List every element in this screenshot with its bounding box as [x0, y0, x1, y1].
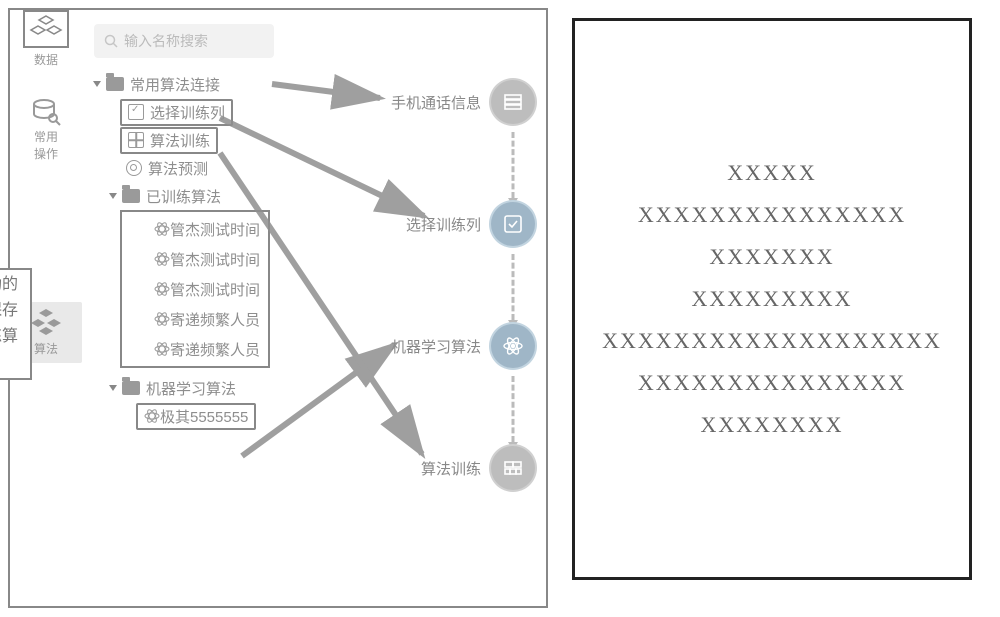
sidebar-data-label: 数据 [10, 51, 82, 68]
tree-leaf-select-cols-label: 选择训练列 [150, 102, 225, 123]
atom-icon [154, 311, 170, 327]
flow-node-phone-info[interactable]: 手机通话信息 [350, 80, 535, 124]
trained-item-label: 管杰测试时间 [170, 249, 260, 270]
tree-group-ml-label: 机器学习算法 [146, 378, 236, 399]
caret-down-icon [93, 81, 101, 87]
tree-group-trained-label: 已训练算法 [146, 186, 221, 207]
tree-group-ml[interactable]: 机器学习算法 [110, 374, 324, 402]
table-icon [491, 80, 535, 124]
atom-icon [154, 221, 170, 237]
placeholder-line: XXXXXXXXXXXXXXXXXXX [602, 328, 942, 354]
trained-item-label: 管杰测试时间 [170, 219, 260, 240]
atom-icon [154, 341, 170, 357]
tree-leaf-predict[interactable]: 算法预测 [120, 154, 324, 182]
caret-down-icon [109, 193, 117, 199]
database-search-icon [31, 98, 61, 126]
atom-icon [154, 251, 170, 267]
trained-item[interactable]: 管杰测试时间 [148, 274, 268, 304]
sidebar-data[interactable]: 数据 [10, 10, 82, 68]
grid-icon [128, 132, 144, 148]
atom-icon [154, 281, 170, 297]
folder-icon [106, 77, 124, 91]
sidebar-common-ops[interactable]: 常用 操作 [10, 98, 82, 162]
select-cols-icon [128, 104, 144, 120]
predict-icon [126, 160, 142, 176]
atom-icon [491, 324, 535, 368]
placeholder-line: XXXXXXXX [700, 412, 843, 438]
placeholder-line: XXXXXXXXXXXXXXX [638, 370, 906, 396]
trained-item[interactable]: 管杰测试时间 [148, 214, 268, 244]
trained-item[interactable]: 寄递频繁人员 [148, 304, 268, 334]
flow-node-label: 手机通话信息 [350, 92, 481, 113]
tree-leaf-ml-item[interactable]: 极其5555555 [136, 402, 324, 430]
caret-down-icon [109, 385, 117, 391]
flow-node-train[interactable]: 算法训练 [350, 446, 535, 490]
placeholder-line: XXXXXXXXXXXXXXX [638, 202, 906, 228]
cubes-stack-icon [29, 308, 63, 338]
workflow: 手机通话信息 选择训练列 机器学习算法 算法训练 [350, 80, 535, 508]
tree-leaf-predict-label: 算法预测 [148, 158, 208, 179]
trained-item-label: 管杰测试时间 [170, 279, 260, 300]
algorithm-tree: 常用算法连接 选择训练列 算法训练 算法预测 已训练算法 管杰测试时间 管杰测试… [94, 70, 324, 430]
tree-leaf-train[interactable]: 算法训练 [120, 126, 324, 154]
sidebar-common-ops-label: 常用 操作 [10, 128, 82, 162]
flow-node-label: 机器学习算法 [350, 336, 481, 357]
placeholder-line: XXXXX [727, 160, 816, 186]
bricks-icon [491, 446, 535, 490]
flow-node-label: 算法训练 [350, 458, 481, 479]
placeholder-text-card: XXXXX XXXXXXXXXXXXXXX XXXXXXX XXXXXXXXX … [572, 18, 972, 580]
trained-item[interactable]: 寄递频繁人员 [148, 334, 268, 364]
placeholder-line: XXXXXXX [709, 244, 834, 270]
flow-node-label: 选择训练列 [350, 214, 481, 235]
search-input[interactable]: 输入名称搜索 [94, 24, 274, 58]
trained-item-label: 寄递频繁人员 [170, 309, 260, 330]
cubes-icon [29, 14, 63, 42]
folder-icon [122, 189, 140, 203]
trained-item[interactable]: 管杰测试时间 [148, 244, 268, 274]
checklist-icon [491, 202, 535, 246]
tree-leaf-ml-label: 极其5555555 [160, 406, 248, 427]
atom-icon [144, 408, 160, 424]
tree-leaf-train-label: 算法训练 [150, 130, 210, 151]
trained-list-box: 管杰测试时间 管杰测试时间 管杰测试时间 寄递频繁人员 寄递频繁人员 [120, 210, 270, 368]
flow-node-ml-algo[interactable]: 机器学习算法 [350, 324, 535, 368]
placeholder-line: XXXXXXXXX [692, 286, 853, 312]
search-placeholder: 输入名称搜索 [124, 31, 208, 51]
folder-icon [122, 381, 140, 395]
tree-group-common-label: 常用算法连接 [130, 74, 220, 95]
flow-node-select-cols[interactable]: 选择训练列 [350, 202, 535, 246]
trained-tooltip: 训练成功的算法会保存在已训练算法 [0, 268, 32, 380]
tree-group-trained[interactable]: 已训练算法 [110, 182, 324, 210]
left-panel: 数据 常用 操作 算法 [8, 8, 548, 608]
search-icon [104, 34, 118, 48]
tree-group-common[interactable]: 常用算法连接 [94, 70, 324, 98]
tree-leaf-select-cols[interactable]: 选择训练列 [120, 98, 324, 126]
trained-item-label: 寄递频繁人员 [170, 339, 260, 360]
